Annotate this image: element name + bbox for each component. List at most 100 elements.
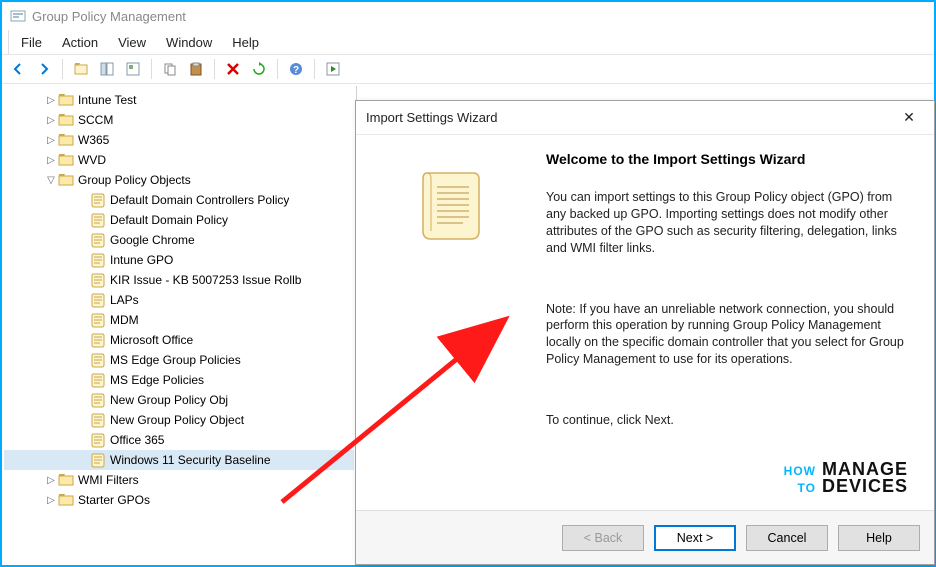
wizard-title: Import Settings Wizard (366, 110, 498, 125)
wizard-para-1: You can import settings to this Group Po… (546, 189, 914, 257)
run-button[interactable] (321, 57, 345, 81)
tree-item[interactable]: Microsoft Office (4, 330, 354, 350)
expander-icon[interactable]: ▷ (44, 495, 58, 506)
tree-item[interactable]: New Group Policy Obj (4, 390, 354, 410)
wizard-para-3: To continue, click Next. (546, 412, 914, 429)
tree-item[interactable]: New Group Policy Object (4, 410, 354, 430)
expander-icon[interactable]: ▷ (44, 135, 58, 146)
tree-item-label: MDM (110, 313, 139, 327)
app-icon (10, 8, 26, 24)
titlebar: Group Policy Management (2, 2, 934, 30)
tree-item-label: New Group Policy Obj (110, 393, 228, 407)
toolbar: ? (2, 54, 934, 84)
tree-item[interactable]: ▷ W365 (4, 130, 354, 150)
tree-item[interactable]: ▷Starter GPOs (4, 490, 354, 510)
tree-item-label: MS Edge Group Policies (110, 353, 241, 367)
show-hide-tree-button[interactable] (95, 57, 119, 81)
delete-button[interactable] (221, 57, 245, 81)
import-settings-wizard: Import Settings Wizard ✕ Welcome to th (355, 100, 935, 565)
gpo-icon (90, 352, 106, 368)
tree-item-label: Google Chrome (110, 233, 195, 247)
properties-button[interactable] (121, 57, 145, 81)
expander-icon[interactable]: ▷ (44, 115, 58, 126)
tree-item[interactable]: Default Domain Controllers Policy (4, 190, 354, 210)
tree-item-label: Group Policy Objects (78, 173, 191, 187)
gpo-icon (90, 332, 106, 348)
wizard-footer: < Back Next > Cancel Help (356, 510, 934, 564)
forward-button[interactable] (32, 57, 56, 81)
tree-item-label: Default Domain Controllers Policy (110, 193, 289, 207)
up-button[interactable] (69, 57, 93, 81)
tree-item[interactable]: MS Edge Policies (4, 370, 354, 390)
expander-icon[interactable]: ▷ (44, 95, 58, 106)
menu-action[interactable]: Action (52, 33, 108, 52)
tree-item-label: WVD (78, 153, 106, 167)
tree-item[interactable]: Intune GPO (4, 250, 354, 270)
gpo-icon (90, 232, 106, 248)
next-button[interactable]: Next > (654, 525, 736, 551)
tree-item[interactable]: ▷ WVD (4, 150, 354, 170)
back-button[interactable]: < Back (562, 525, 644, 551)
gpo-icon (90, 252, 106, 268)
window-title: Group Policy Management (32, 9, 186, 24)
tree-item-label: W365 (78, 133, 109, 147)
gpo-icon (90, 452, 106, 468)
tree-item[interactable]: ▷ WMI Filters (4, 470, 354, 490)
tree-item-label: WMI Filters (78, 473, 139, 487)
help-button[interactable]: Help (838, 525, 920, 551)
tree-item-label: MS Edge Policies (110, 373, 204, 387)
menu-help[interactable]: Help (222, 33, 269, 52)
tree-item-label: Intune Test (78, 93, 137, 107)
tree-item[interactable]: MDM (4, 310, 354, 330)
folder-icon (58, 92, 74, 108)
expander-icon[interactable]: ▷ (44, 475, 58, 486)
tree-item[interactable]: ▷ Intune Test (4, 90, 354, 110)
gpo-icon (90, 192, 106, 208)
tree-item-label: Default Domain Policy (110, 213, 228, 227)
copy-button[interactable] (158, 57, 182, 81)
tree-item[interactable]: LAPs (4, 290, 354, 310)
wizard-para-2: Note: If you have an unreliable network … (546, 301, 914, 369)
tree-item-label: Windows 11 Security Baseline (110, 453, 271, 467)
folder-icon (58, 112, 74, 128)
gpo-icon (90, 372, 106, 388)
tree-item-label: Microsoft Office (110, 333, 193, 347)
menu-file[interactable]: File (11, 33, 52, 52)
tree-item-label: New Group Policy Object (110, 413, 244, 427)
cancel-button[interactable]: Cancel (746, 525, 828, 551)
back-button[interactable] (6, 57, 30, 81)
gpo-icon (90, 272, 106, 288)
expander-icon[interactable]: ▷ (44, 155, 58, 166)
svg-text:?: ? (293, 65, 299, 76)
tree-item-label: LAPs (110, 293, 139, 307)
tree-item[interactable]: Google Chrome (4, 230, 354, 250)
help-button[interactable]: ? (284, 57, 308, 81)
tree-item[interactable]: Windows 11 Security Baseline (4, 450, 354, 470)
expander-icon[interactable]: ▽ (44, 175, 58, 186)
tree-item-label: Office 365 (110, 433, 164, 447)
scroll-icon (419, 165, 483, 510)
tree-item[interactable]: ▽ Group Policy Objects (4, 170, 354, 190)
tree-item-label: KIR Issue - KB 5007253 Issue Rollb (110, 273, 301, 287)
tree-item[interactable]: Default Domain Policy (4, 210, 354, 230)
refresh-button[interactable] (247, 57, 271, 81)
close-button[interactable]: ✕ (894, 106, 924, 130)
tree-item[interactable]: Office 365 (4, 430, 354, 450)
paste-button[interactable] (184, 57, 208, 81)
tree-item[interactable]: KIR Issue - KB 5007253 Issue Rollb (4, 270, 354, 290)
gpo-icon (90, 292, 106, 308)
menu-view[interactable]: View (108, 33, 156, 52)
gpo-icon (90, 392, 106, 408)
gpo-icon (90, 312, 106, 328)
tree-item[interactable]: MS Edge Group Policies (4, 350, 354, 370)
gpo-icon (90, 432, 106, 448)
menubar: File Action View Window Help (2, 30, 934, 54)
tree-view[interactable]: ▷Intune Test▷SCCM▷W365▷WVD▽Group Policy … (2, 86, 357, 565)
tree-item-label: Intune GPO (110, 253, 173, 267)
folder-icon (58, 152, 74, 168)
gpo-icon (90, 412, 106, 428)
menu-window[interactable]: Window (156, 33, 222, 52)
folder-icon (58, 492, 74, 508)
folder-icon (58, 472, 74, 488)
tree-item[interactable]: ▷SCCM (4, 110, 354, 130)
